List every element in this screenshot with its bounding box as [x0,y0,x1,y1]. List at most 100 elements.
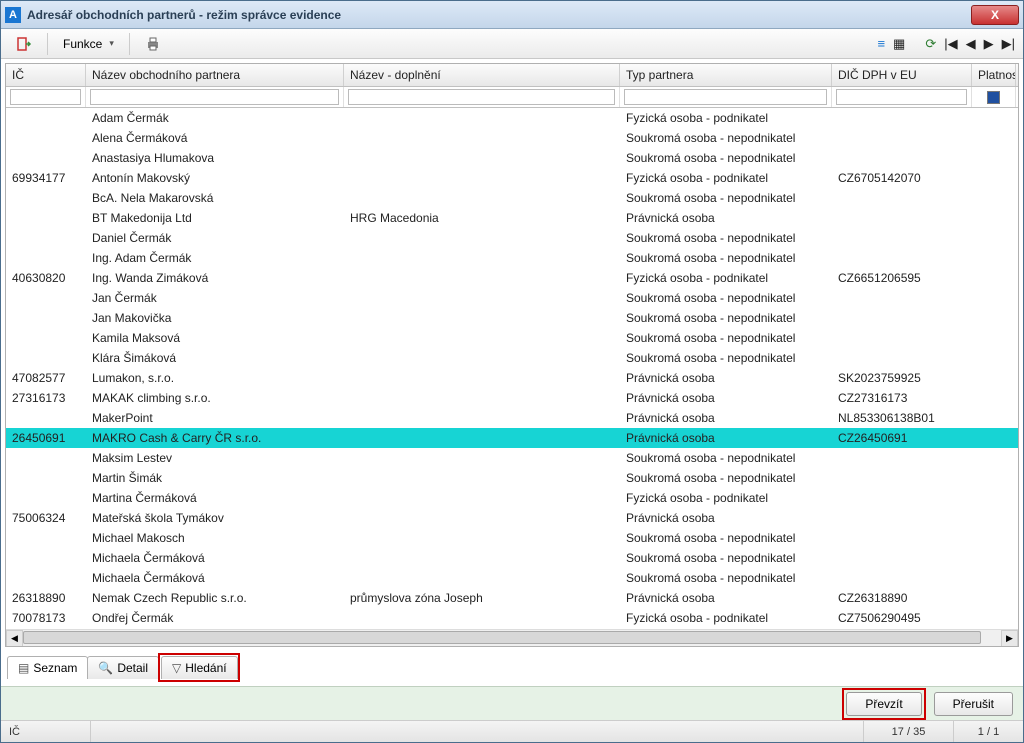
table-row[interactable]: Jan Čermák Soukromá osoba - nepodnikatel [6,288,1018,308]
table-row[interactable]: 40630820Ing. Wanda ZimákováFyzická osoba… [6,268,1018,288]
list-icon: ▤ [18,661,29,675]
table-row[interactable]: Jan MakovičkaSoukromá osoba - nepodnikat… [6,308,1018,328]
table-row[interactable]: Alena Čermáková Soukromá osoba - nepodnik… [6,128,1018,148]
table-row[interactable]: 69934177Antonín MakovskýFyzická osoba - … [6,168,1018,188]
cell-name: MAKRO Cash & Carry ČR s.r.o. [86,431,344,445]
cell-name: Alena Čermáková [86,131,344,145]
cell-typ: Právnická osoba [620,211,832,225]
cell-typ: Soukromá osoba - nepodnikatel [620,471,832,485]
cell-name: Anastasiya Hlumakova [86,151,344,165]
app-window: A Adresář obchodních partnerů - režim sp… [0,0,1024,743]
cell-name: Ing. Adam Čermák [86,251,344,265]
table-row[interactable]: 47082577Lumakon, s.r.o.Právnická osobaSK… [6,368,1018,388]
col-dic[interactable]: DIČ DPH v EU [832,64,972,86]
col-plat[interactable]: Platnost [972,64,1016,86]
filter-plat-check[interactable] [987,91,1000,104]
hscroll-thumb[interactable] [23,631,981,644]
hscroll-right[interactable]: ▶ [1001,630,1018,647]
table-row[interactable]: Anastasiya HlumakovaSoukromá osoba - nep… [6,148,1018,168]
filter-dopl[interactable] [348,89,615,105]
col-name[interactable]: Název obchodního partnera [86,64,344,86]
cell-name: Martin Šimák [86,471,344,485]
nav-first-icon[interactable]: |◀ [942,34,959,54]
tab-hledani[interactable]: ▽ Hledání [161,656,238,679]
table-row[interactable]: Kamila MaksováSoukromá osoba - nepodnika… [6,328,1018,348]
table-row[interactable]: Michaela ČermákováSoukromá osoba - nepod… [6,568,1018,588]
grid-body[interactable]: Adam Čermák Fyzická osoba - podnikatel Ale… [6,108,1018,629]
table-row[interactable]: 26318890Nemak Czech Republic s.r.o.průmy… [6,588,1018,608]
toolbar: Funkce ≡ ▦ ⟳ |◀ ◀ ▶ ▶| [1,29,1023,59]
cell-typ: Soukromá osoba - nepodnikatel [620,291,832,305]
cell-dic: CZ27316173 [832,391,972,405]
table-row[interactable]: Ing. Adam ČermákSoukromá osoba - nepodni… [6,248,1018,268]
cell-dic: CZ6705142070 [832,171,972,185]
cell-name: Mateřská škola Tymákov [86,511,344,525]
cell-typ: Soukromá osoba - nepodnikatel [620,131,832,145]
window-title: Adresář obchodních partnerů - režim sprá… [27,8,971,22]
table-row[interactable]: Martina Čermáková Fyzická osoba - podnika… [6,488,1018,508]
table-row[interactable]: BT Makedonija LtdHRG MacedoniaPrávnická … [6,208,1018,228]
cell-typ: Fyzická osoba - podnikatel [620,111,832,125]
titlebar: A Adresář obchodních partnerů - režim sp… [1,1,1023,29]
cell-typ: Právnická osoba [620,511,832,525]
table-row[interactable]: Michael MakoschSoukromá osoba - nepodnik… [6,528,1018,548]
filter-name[interactable] [90,89,339,105]
table-row[interactable]: Michaela ČermákováSoukromá osoba - nepod… [6,548,1018,568]
cell-ic: 40630820 [6,271,86,285]
table-row[interactable]: 70078173Ondřej ČermákFyzická osoba - pod… [6,608,1018,628]
close-button[interactable]: X [971,5,1019,25]
tab-detail[interactable]: 🔍 Detail [87,656,159,679]
table-row[interactable]: 26450691MAKRO Cash & Carry ČR s.r.o.Práv… [6,428,1018,448]
cell-name: Lumakon, s.r.o. [86,371,344,385]
nav-prev-icon[interactable]: ◀ [964,34,978,54]
data-grid: IČ Název obchodního partnera Název - dop… [5,63,1019,647]
cell-name: Kamila Maksová [86,331,344,345]
horizontal-scrollbar[interactable]: ◀ ▶ [6,629,1018,646]
refresh-icon[interactable]: ⟳ [923,34,938,54]
filter-dic[interactable] [836,89,967,105]
toolbar-icon-exit[interactable] [7,32,41,56]
hscroll-left[interactable]: ◀ [6,630,23,647]
cell-dopl: průmyslova zóna Joseph [344,591,620,605]
cell-name: BcA. Nela Makarovská [86,191,344,205]
magnifier-icon: 🔍 [98,661,113,675]
cell-name: Nemak Czech Republic s.r.o. [86,591,344,605]
filter-typ[interactable] [624,89,827,105]
table-row[interactable]: Martin Šimák Soukromá osoba - nepodnikate… [6,468,1018,488]
table-row[interactable]: Adam Čermák Fyzická osoba - podnikatel [6,108,1018,128]
cell-typ: Fyzická osoba - podnikatel [620,171,832,185]
list-icon[interactable]: ≡ [875,34,887,53]
tab-hledani-label: Hledání [185,661,226,675]
prevzit-button[interactable]: Převzít [846,692,921,716]
funkce-label: Funkce [63,37,102,51]
cell-name: Antonín Makovský [86,171,344,185]
table-icon[interactable]: ▦ [891,34,907,54]
cell-typ: Soukromá osoba - nepodnikatel [620,451,832,465]
nav-last-icon[interactable]: ▶| [1000,34,1017,54]
funkce-dropdown[interactable]: Funkce [54,33,123,55]
col-typ[interactable]: Typ partnera [620,64,832,86]
table-row[interactable]: 75006324Mateřská škola TymákovPrávnická … [6,508,1018,528]
filter-ic[interactable] [10,89,81,105]
cell-typ: Fyzická osoba - podnikatel [620,491,832,505]
table-row[interactable]: Maksim LestevSoukromá osoba - nepodnikat… [6,448,1018,468]
cell-typ: Právnická osoba [620,431,832,445]
cell-name: Martina Čermáková [86,491,344,505]
nav-next-icon[interactable]: ▶ [982,34,996,54]
tab-seznam[interactable]: ▤ Seznam [7,656,88,679]
col-ic[interactable]: IČ [6,64,86,86]
table-row[interactable]: BcA. Nela MakarovskáSoukromá osoba - nep… [6,188,1018,208]
table-row[interactable]: Daniel ČermákSoukromá osoba - nepodnikat… [6,228,1018,248]
table-row[interactable]: Klára ŠimákováSoukromá osoba - nepodnika… [6,348,1018,368]
print-button[interactable] [136,32,170,56]
tab-detail-label: Detail [117,661,148,675]
cell-name: Jan Čermák [86,291,344,305]
table-row[interactable]: 27316173MAKAK climbing s.r.o.Právnická o… [6,388,1018,408]
cell-name: Michaela Čermáková [86,571,344,585]
cell-name: Jan Makovička [86,311,344,325]
prerusit-button[interactable]: Přerušit [934,692,1013,716]
table-row[interactable]: MakerPointPrávnická osobaNL853306138B01 [6,408,1018,428]
cell-name: Adam Čermák [86,111,344,125]
col-dopl[interactable]: Název - doplnění [344,64,620,86]
status-left: IČ [1,721,91,742]
